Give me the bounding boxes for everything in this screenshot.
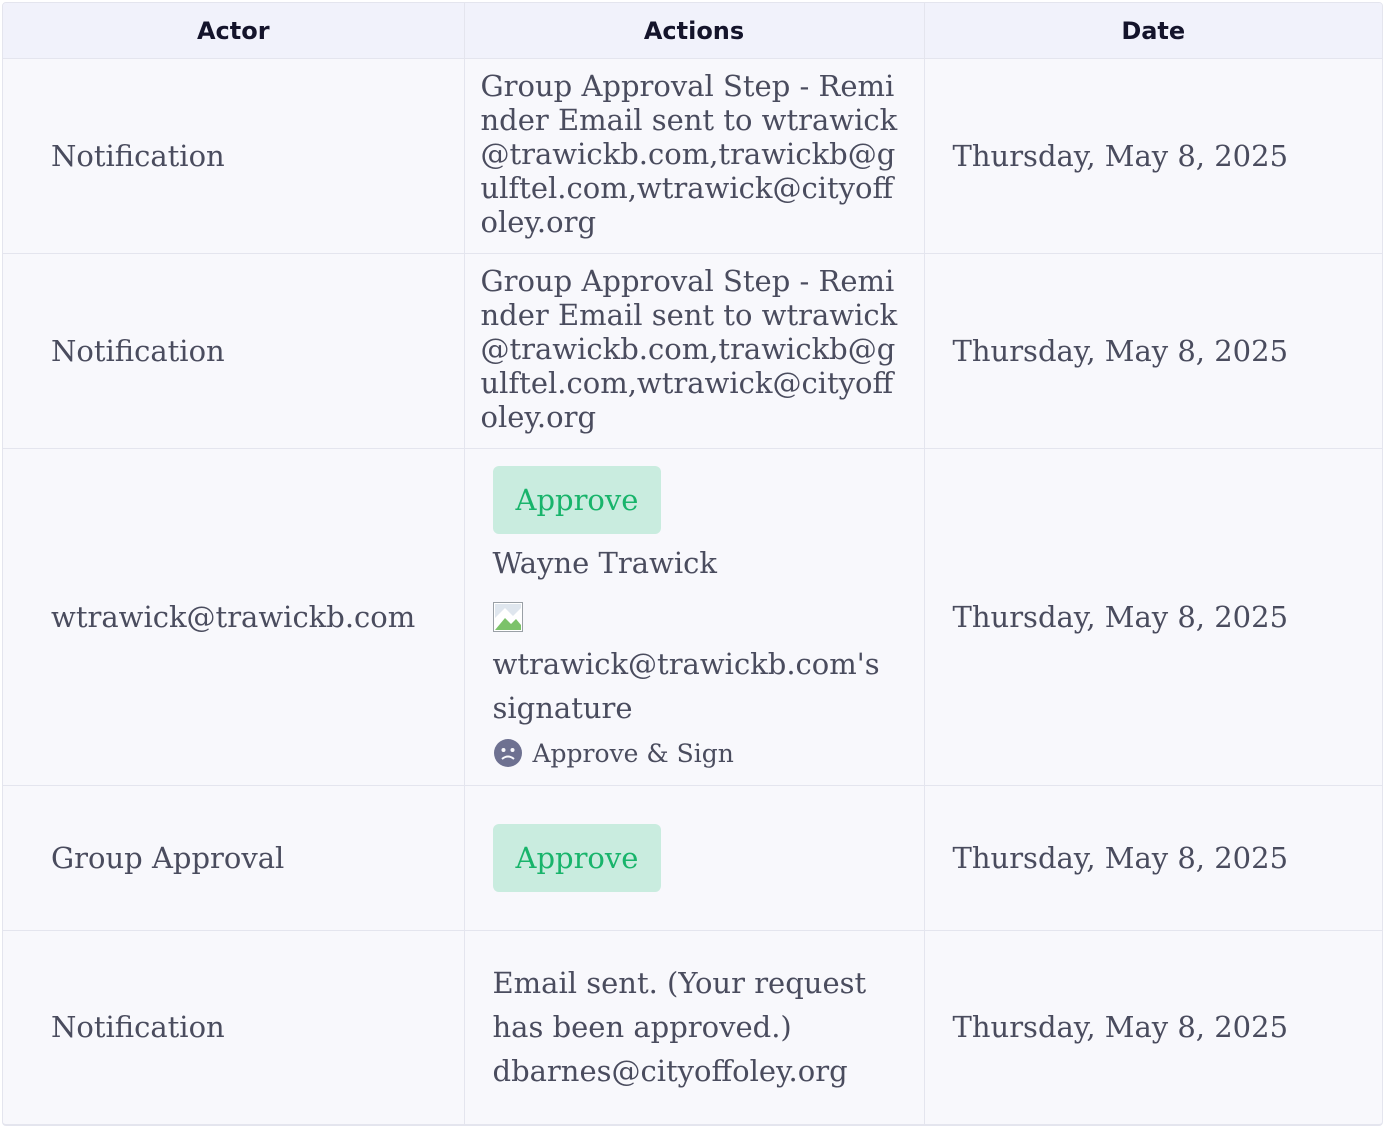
table-row: Group Approval Approve Thursday, May 8, …: [3, 785, 1382, 931]
actor-cell: wtrawick@trawickb.com: [3, 448, 465, 786]
actor-cell: Notification: [3, 253, 465, 449]
date-cell: Thursday, May 8, 2025: [924, 785, 1382, 931]
actor-cell: Notification: [3, 930, 465, 1124]
table-row: Notification Group Approval Step - Remin…: [3, 253, 1382, 449]
date-cell: Thursday, May 8, 2025: [924, 448, 1382, 786]
table-row: Notification Group Approval Step - Remin…: [3, 58, 1382, 254]
actions-cell: Approve Wayne Trawick wtrawick@trawickb.…: [464, 448, 925, 786]
date-cell: Thursday, May 8, 2025: [924, 58, 1382, 254]
approve-status-badge: Approve: [492, 824, 662, 892]
face-icon: [493, 739, 522, 767]
actions-cell: Approve: [464, 785, 925, 931]
action-text: Group Approval Step - Reminder Email sen…: [464, 253, 925, 449]
actions-cell: Email sent. (Your request has been appro…: [464, 930, 925, 1124]
signer-name: Wayne Trawick: [492, 546, 717, 580]
approve-sign-tag: Approve & Sign: [493, 738, 910, 768]
actor-cell: Notification: [3, 58, 465, 254]
column-header-date: Date: [924, 3, 1382, 59]
column-header-actions: Actions: [464, 3, 925, 59]
column-header-actor: Actor: [3, 3, 465, 59]
signature-alt-text: wtrawick@trawickb.com's signature: [492, 647, 880, 725]
audit-trail-table-container: Actor Actions Date Notification Group Ap…: [2, 2, 1383, 1126]
signature-image: wtrawick@trawickb.com's signature: [492, 598, 910, 730]
date-cell: Thursday, May 8, 2025: [924, 253, 1382, 449]
sign-tag-label: Approve & Sign: [532, 738, 734, 768]
date-cell: Thursday, May 8, 2025: [952, 1010, 1289, 1045]
actor-cell: Group Approval: [3, 785, 465, 931]
table-row: wtrawick@trawickb.com Approve Wayne Traw…: [3, 448, 1382, 786]
approve-status-badge: Approve: [492, 466, 662, 534]
table-header-row: Actor Actions Date: [3, 3, 1382, 59]
broken-image-icon: [492, 600, 523, 632]
audit-trail-table: Actor Actions Date Notification Group Ap…: [3, 3, 1382, 1124]
action-text: Email sent. (Your request has been appro…: [492, 966, 867, 1089]
action-text: Group Approval Step - Reminder Email sen…: [464, 58, 925, 254]
table-row: Notification Email sent. (Your request h…: [3, 930, 1382, 1124]
